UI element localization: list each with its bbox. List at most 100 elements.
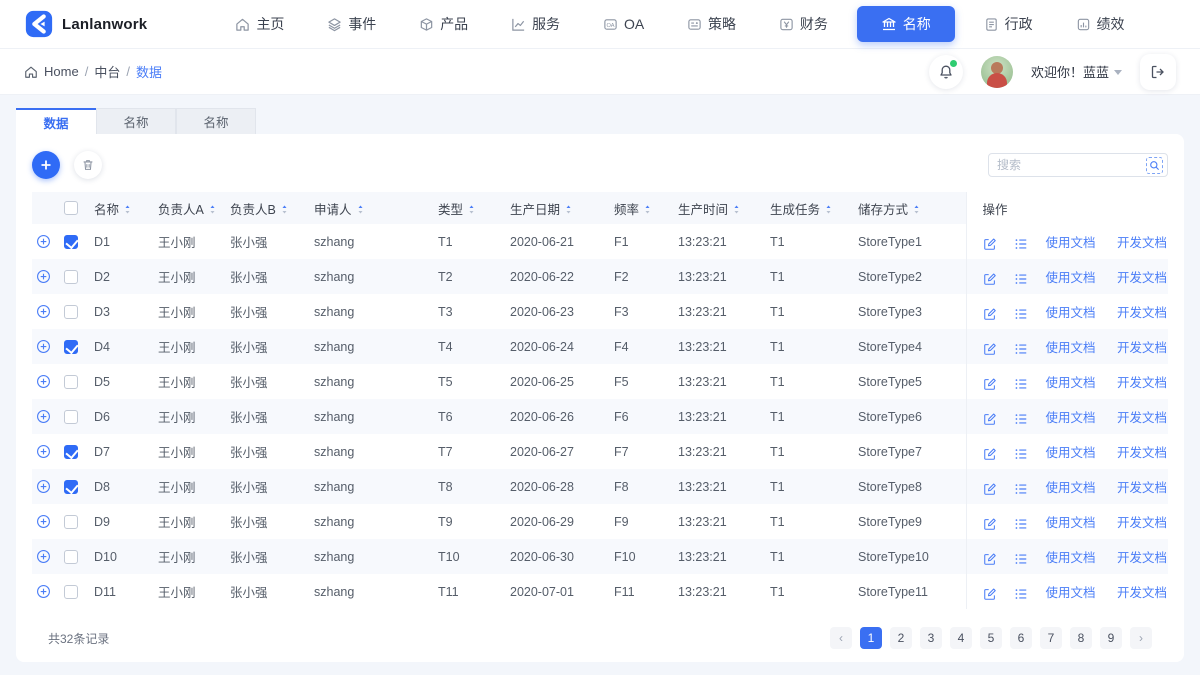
sort-icon[interactable] bbox=[280, 204, 289, 215]
list-icon[interactable] bbox=[1014, 552, 1028, 566]
sort-icon[interactable] bbox=[467, 204, 476, 215]
page-button-9[interactable]: 9 bbox=[1100, 627, 1122, 649]
nav-item-home[interactable]: 主页 bbox=[221, 7, 298, 41]
row-checkbox[interactable] bbox=[64, 479, 78, 494]
edit-icon[interactable] bbox=[983, 342, 997, 356]
expand-row-icon[interactable] bbox=[36, 479, 51, 494]
col-owner-a[interactable]: 负责人A bbox=[154, 192, 226, 224]
row-checkbox[interactable] bbox=[64, 444, 78, 459]
expand-row-icon[interactable] bbox=[36, 374, 51, 389]
dev-doc-link[interactable]: 开发文档 bbox=[1117, 446, 1167, 460]
row-checkbox[interactable] bbox=[64, 269, 78, 284]
nav-item-services[interactable]: 服务 bbox=[497, 7, 574, 41]
expand-row-icon[interactable] bbox=[36, 549, 51, 564]
row-checkbox[interactable] bbox=[64, 584, 78, 599]
row-checkbox[interactable] bbox=[64, 234, 78, 249]
page-button-2[interactable]: 2 bbox=[890, 627, 912, 649]
dev-doc-link[interactable]: 开发文档 bbox=[1117, 376, 1167, 390]
select-all-checkbox[interactable] bbox=[64, 201, 78, 216]
usage-doc-link[interactable]: 使用文档 bbox=[1045, 516, 1095, 530]
sort-icon[interactable] bbox=[643, 204, 652, 215]
user-menu[interactable]: 欢迎你！蓝蓝 bbox=[1031, 62, 1122, 81]
col-prod-time[interactable]: 生产时间 bbox=[674, 192, 766, 224]
sort-icon[interactable] bbox=[208, 204, 217, 215]
dev-doc-link[interactable]: 开发文档 bbox=[1117, 306, 1167, 320]
list-icon[interactable] bbox=[1014, 447, 1028, 461]
avatar[interactable] bbox=[980, 55, 1013, 88]
dev-doc-link[interactable]: 开发文档 bbox=[1117, 481, 1167, 495]
edit-icon[interactable] bbox=[983, 482, 997, 496]
dev-doc-link[interactable]: 开发文档 bbox=[1117, 271, 1167, 285]
list-icon[interactable] bbox=[1014, 377, 1028, 391]
nav-item-oa[interactable]: OA OA bbox=[589, 9, 658, 39]
breadcrumb-middle[interactable]: 中台 bbox=[94, 62, 120, 81]
delete-button[interactable] bbox=[74, 151, 102, 179]
col-applicant[interactable]: 申请人 bbox=[310, 192, 434, 224]
nav-item-strategy[interactable]: 策略 bbox=[673, 7, 750, 41]
row-checkbox[interactable] bbox=[64, 514, 78, 529]
usage-doc-link[interactable]: 使用文档 bbox=[1045, 551, 1095, 565]
dev-doc-link[interactable]: 开发文档 bbox=[1117, 411, 1167, 425]
sort-icon[interactable] bbox=[123, 204, 132, 215]
usage-doc-link[interactable]: 使用文档 bbox=[1045, 271, 1095, 285]
page-button-8[interactable]: 8 bbox=[1070, 627, 1092, 649]
next-page-button[interactable]: › bbox=[1130, 627, 1152, 649]
tab-name-2[interactable]: 名称 bbox=[176, 108, 256, 134]
dev-doc-link[interactable]: 开发文档 bbox=[1117, 551, 1167, 565]
sort-icon[interactable] bbox=[824, 204, 833, 215]
expand-row-icon[interactable] bbox=[36, 234, 51, 249]
sort-icon[interactable] bbox=[564, 204, 573, 215]
add-button[interactable] bbox=[32, 151, 60, 179]
page-button-4[interactable]: 4 bbox=[950, 627, 972, 649]
list-icon[interactable] bbox=[1014, 517, 1028, 531]
list-icon[interactable] bbox=[1014, 342, 1028, 356]
notification-bell-button[interactable] bbox=[928, 54, 963, 89]
nav-item-names[interactable]: 名称 bbox=[856, 6, 955, 42]
list-icon[interactable] bbox=[1014, 307, 1028, 321]
row-checkbox[interactable] bbox=[64, 374, 78, 389]
edit-icon[interactable] bbox=[983, 377, 997, 391]
edit-icon[interactable] bbox=[983, 447, 997, 461]
edit-icon[interactable] bbox=[983, 307, 997, 321]
brand-logo[interactable]: Lanlanwork bbox=[24, 9, 174, 39]
row-checkbox[interactable] bbox=[64, 409, 78, 424]
list-icon[interactable] bbox=[1014, 482, 1028, 496]
usage-doc-link[interactable]: 使用文档 bbox=[1045, 341, 1095, 355]
tab-name-1[interactable]: 名称 bbox=[96, 108, 176, 134]
usage-doc-link[interactable]: 使用文档 bbox=[1045, 376, 1095, 390]
expand-row-icon[interactable] bbox=[36, 269, 51, 284]
breadcrumb-home[interactable]: Home bbox=[44, 64, 79, 79]
col-prod-date[interactable]: 生产日期 bbox=[506, 192, 610, 224]
nav-item-products[interactable]: 产品 bbox=[405, 7, 482, 41]
expand-row-icon[interactable] bbox=[36, 444, 51, 459]
expand-row-icon[interactable] bbox=[36, 514, 51, 529]
col-gen-task[interactable]: 生成任务 bbox=[766, 192, 854, 224]
usage-doc-link[interactable]: 使用文档 bbox=[1045, 481, 1095, 495]
nav-item-events[interactable]: 事件 bbox=[313, 7, 390, 41]
edit-icon[interactable] bbox=[983, 587, 997, 601]
usage-doc-link[interactable]: 使用文档 bbox=[1045, 586, 1095, 600]
expand-row-icon[interactable] bbox=[36, 339, 51, 354]
edit-icon[interactable] bbox=[983, 272, 997, 286]
col-type[interactable]: 类型 bbox=[434, 192, 506, 224]
expand-row-icon[interactable] bbox=[36, 304, 51, 319]
expand-row-icon[interactable] bbox=[36, 584, 51, 599]
col-frequency[interactable]: 频率 bbox=[610, 192, 674, 224]
usage-doc-link[interactable]: 使用文档 bbox=[1045, 306, 1095, 320]
page-button-7[interactable]: 7 bbox=[1040, 627, 1062, 649]
row-checkbox[interactable] bbox=[64, 304, 78, 319]
sort-icon[interactable] bbox=[732, 204, 741, 215]
edit-icon[interactable] bbox=[983, 412, 997, 426]
page-button-6[interactable]: 6 bbox=[1010, 627, 1032, 649]
edit-icon[interactable] bbox=[983, 552, 997, 566]
usage-doc-link[interactable]: 使用文档 bbox=[1045, 411, 1095, 425]
nav-item-performance[interactable]: 绩效 bbox=[1062, 7, 1139, 41]
usage-doc-link[interactable]: 使用文档 bbox=[1045, 236, 1095, 250]
list-icon[interactable] bbox=[1014, 237, 1028, 251]
row-checkbox[interactable] bbox=[64, 339, 78, 354]
edit-icon[interactable] bbox=[983, 237, 997, 251]
edit-icon[interactable] bbox=[983, 517, 997, 531]
list-icon[interactable] bbox=[1014, 587, 1028, 601]
page-button-3[interactable]: 3 bbox=[920, 627, 942, 649]
col-store-type[interactable]: 储存方式 bbox=[854, 192, 966, 224]
